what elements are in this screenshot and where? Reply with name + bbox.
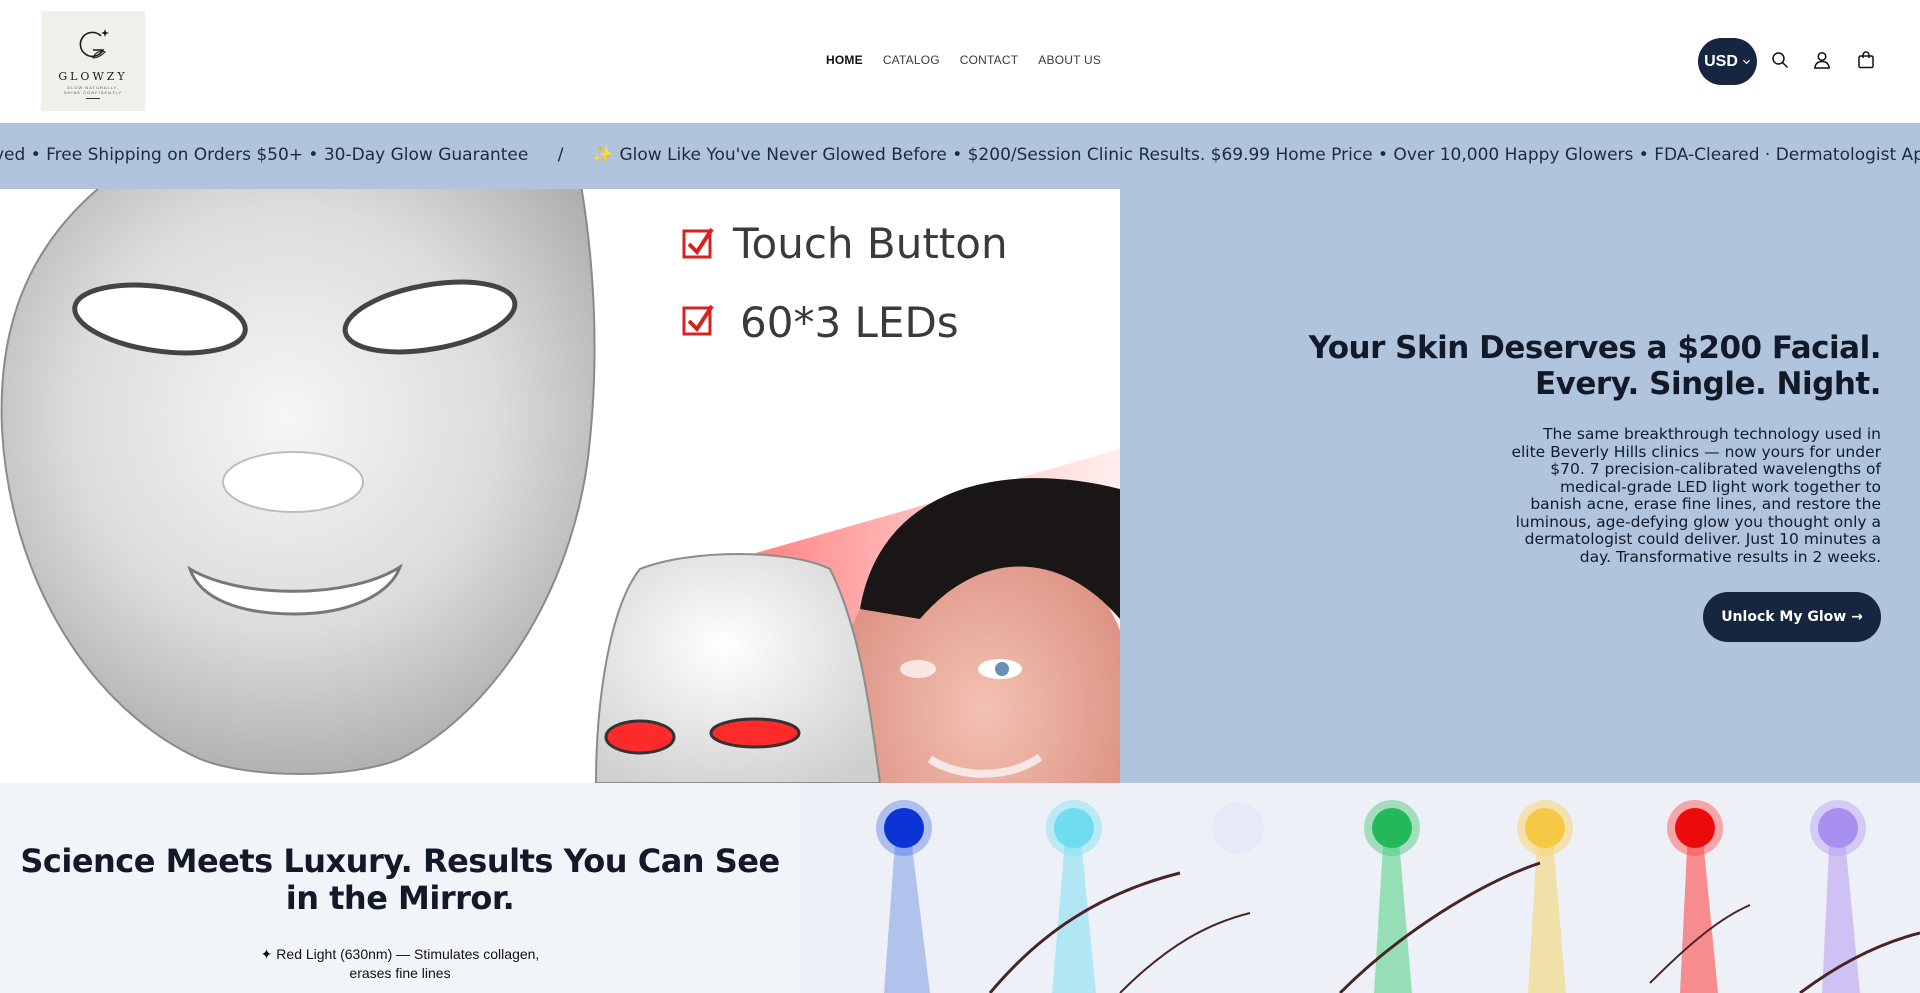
- science-section: Science Meets Luxury. Results You Can Se…: [0, 783, 1920, 993]
- hero-copy: Your Skin Deserves a $200 Facial. Every.…: [1281, 330, 1882, 642]
- science-benefit-line2: erases fine lines: [349, 965, 451, 981]
- currency-selector[interactable]: USD: [1698, 38, 1757, 85]
- hero-image-label-leds: 60*3 LEDs: [740, 298, 959, 347]
- account-icon[interactable]: [1812, 50, 1832, 70]
- science-title: Science Meets Luxury. Results You Can Se…: [20, 842, 780, 917]
- cart-icon[interactable]: [1856, 50, 1876, 70]
- hero-title: Your Skin Deserves a $200 Facial. Every.…: [1308, 330, 1882, 402]
- nav-contact[interactable]: CONTACT: [960, 53, 1019, 67]
- site-header: GLOWZY GLOW NATURALLY, SHINE CONFIDENTLY…: [0, 0, 1920, 123]
- science-benefit-line1: ✦ Red Light (630nm) — Stimulates collage…: [260, 946, 540, 962]
- logo-divider: [86, 97, 100, 99]
- announcement-fragment: ved • Free Shipping on Orders $50+ • 30-…: [0, 145, 529, 165]
- currency-label: USD: [1704, 52, 1738, 70]
- brand-tagline: GLOW NATURALLY, SHINE CONFIDENTLY: [64, 85, 122, 95]
- hero-image-label-touch: Touch Button: [732, 219, 1008, 268]
- light-wavelengths-image: [800, 783, 1920, 993]
- hero-description: The same breakthrough technology used in…: [1511, 425, 1881, 566]
- unlock-my-glow-button[interactable]: Unlock My Glow →: [1703, 592, 1881, 642]
- glowzy-logo-icon: [79, 28, 109, 59]
- brand-logo[interactable]: GLOWZY GLOW NATURALLY, SHINE CONFIDENTLY: [41, 11, 145, 111]
- announcement-bar: ved • Free Shipping on Orders $50+ • 30-…: [0, 123, 1920, 189]
- nav-home[interactable]: HOME: [826, 53, 863, 67]
- main-nav: HOME CATALOG CONTACT ABOUT US: [826, 53, 1121, 67]
- brand-name: GLOWZY: [58, 69, 128, 83]
- announcement-track: ved • Free Shipping on Orders $50+ • 30-…: [0, 145, 1920, 165]
- science-benefit-red-light: ✦ Red Light (630nm) — Stimulates collage…: [0, 945, 800, 983]
- chevron-down-icon: [1742, 59, 1750, 65]
- announcement-message: ✨ Glow Like You've Never Glowed Before •…: [592, 145, 1920, 165]
- hero-section: Touch Button 60*3 LEDs Your Skin Deserve…: [0, 189, 1920, 783]
- nav-about-us[interactable]: ABOUT US: [1038, 53, 1101, 67]
- nav-catalog[interactable]: CATALOG: [883, 53, 940, 67]
- search-icon[interactable]: [1770, 50, 1790, 70]
- announcement-separator: /: [557, 145, 564, 165]
- hero-product-image: Touch Button 60*3 LEDs: [0, 189, 1120, 783]
- brand-tagline-line1: GLOW NATURALLY,: [67, 84, 119, 90]
- science-copy: Science Meets Luxury. Results You Can Se…: [0, 843, 800, 983]
- brand-tagline-line2: SHINE CONFIDENTLY: [63, 89, 123, 95]
